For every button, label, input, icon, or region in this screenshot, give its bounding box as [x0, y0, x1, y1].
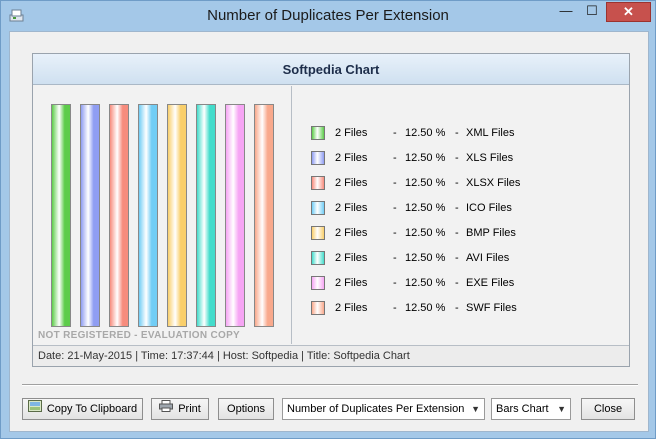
legend-separator: -	[393, 127, 397, 139]
legend-separator: -	[393, 227, 397, 239]
print-button-label: Print	[178, 403, 201, 415]
clipboard-icon	[27, 399, 42, 419]
legend-percent: 12.50 %	[405, 277, 446, 289]
legend-label: XLSX Files	[466, 177, 521, 189]
legend-separator: -	[455, 127, 459, 139]
legend-separator: -	[455, 227, 459, 239]
printer-icon	[159, 399, 174, 419]
legend-item: 2 Files -12.50 % - BMP Files	[311, 222, 621, 247]
legend-separator: -	[393, 152, 397, 164]
legend-percent: 12.50 %	[405, 202, 446, 214]
legend-swatch	[311, 251, 325, 265]
chart-bar	[196, 104, 216, 327]
chart-bar	[138, 104, 158, 327]
evaluation-watermark: NOT REGISTERED - EVALUATION COPY	[38, 330, 241, 341]
legend-item: 2 Files -12.50 % - AVI Files	[311, 247, 621, 272]
legend-label: AVI Files	[466, 252, 510, 264]
legend-percent: 12.50 %	[405, 227, 446, 239]
legend-swatch	[311, 151, 325, 165]
chart-frame: Softpedia Chart NOT REGISTERED - EVALUAT…	[32, 53, 630, 367]
legend-separator: -	[393, 302, 397, 314]
legend-label: SWF Files	[466, 302, 517, 314]
legend-swatch	[311, 201, 325, 215]
legend-label: BMP Files	[466, 227, 516, 239]
legend-percent: 12.50 %	[405, 252, 446, 264]
app-window: Number of Duplicates Per Extension — ☐ ✕…	[0, 0, 656, 439]
chart-bar	[225, 104, 245, 327]
legend-separator: -	[393, 252, 397, 264]
legend-label: EXE Files	[466, 277, 515, 289]
legend-swatch	[311, 276, 325, 290]
chart-status-bar: Date: 21-May-2015 | Time: 17:37:44 | Hos…	[33, 345, 629, 366]
legend-count: 2 Files	[335, 177, 368, 189]
legend-item: 2 Files -12.50 % - XLSX Files	[311, 172, 621, 197]
legend-swatch	[311, 176, 325, 190]
legend-count: 2 Files	[335, 277, 368, 289]
legend-percent: 12.50 %	[405, 302, 446, 314]
chart-type-select-value: Bars Chart	[496, 403, 549, 415]
legend-label: XLS Files	[466, 152, 514, 164]
chevron-down-icon: ▼	[471, 404, 480, 414]
legend-item: 2 Files -12.50 % - SWF Files	[311, 297, 621, 322]
view-select-value: Number of Duplicates Per Extension	[287, 403, 465, 415]
legend-separator: -	[393, 202, 397, 214]
legend-percent: 12.50 %	[405, 127, 446, 139]
chart-bar	[51, 104, 71, 327]
options-button[interactable]: Options	[218, 398, 274, 420]
copy-button-label: Copy To Clipboard	[46, 403, 138, 415]
legend-item: 2 Files -12.50 % - XLS Files	[311, 147, 621, 172]
legend-percent: 12.50 %	[405, 152, 446, 164]
legend-label: XML Files	[466, 127, 515, 139]
chart-bar	[167, 104, 187, 327]
legend-count: 2 Files	[335, 127, 368, 139]
legend-count: 2 Files	[335, 227, 368, 239]
legend-count: 2 Files	[335, 152, 368, 164]
legend-label: ICO Files	[466, 202, 512, 214]
legend-swatch	[311, 301, 325, 315]
chart-bar	[80, 104, 100, 327]
legend-item: 2 Files -12.50 % - XML Files	[311, 122, 621, 147]
close-window-button[interactable]: ✕	[606, 2, 651, 22]
separator	[22, 384, 638, 386]
close-button[interactable]: Close	[581, 398, 635, 420]
view-select[interactable]: Number of Duplicates Per Extension ▼	[282, 398, 485, 420]
maximize-button[interactable]: ☐	[579, 2, 605, 22]
print-button[interactable]: Print	[151, 398, 209, 420]
client-area: Softpedia Chart NOT REGISTERED - EVALUAT…	[9, 31, 649, 432]
legend-count: 2 Files	[335, 202, 368, 214]
copy-to-clipboard-button[interactable]: Copy To Clipboard	[22, 398, 143, 420]
legend-item: 2 Files -12.50 % - ICO Files	[311, 197, 621, 222]
legend-separator: -	[455, 152, 459, 164]
legend-separator: -	[393, 277, 397, 289]
chart-legend: 2 Files -12.50 % - XML Files 2 Files -12.50 %…	[311, 122, 621, 322]
chart-bar	[109, 104, 129, 327]
minimize-button[interactable]: —	[553, 2, 579, 22]
legend-separator: -	[455, 177, 459, 189]
chart-type-select[interactable]: Bars Chart ▼	[491, 398, 571, 420]
legend-separator: -	[455, 252, 459, 264]
legend-item: 2 Files -12.50 % - EXE Files	[311, 272, 621, 297]
title-bar[interactable]: Number of Duplicates Per Extension — ☐ ✕	[1, 1, 655, 31]
legend-separator: -	[393, 177, 397, 189]
legend-separator: -	[455, 202, 459, 214]
legend-swatch	[311, 126, 325, 140]
legend-swatch	[311, 226, 325, 240]
legend-percent: 12.50 %	[405, 177, 446, 189]
bars-plot-area: NOT REGISTERED - EVALUATION COPY	[33, 86, 292, 344]
legend-count: 2 Files	[335, 302, 368, 314]
legend-separator: -	[455, 302, 459, 314]
legend-separator: -	[455, 277, 459, 289]
chart-bar	[254, 104, 274, 327]
legend-count: 2 Files	[335, 252, 368, 264]
chevron-down-icon: ▼	[557, 404, 566, 414]
chart-title: Softpedia Chart	[33, 54, 629, 85]
